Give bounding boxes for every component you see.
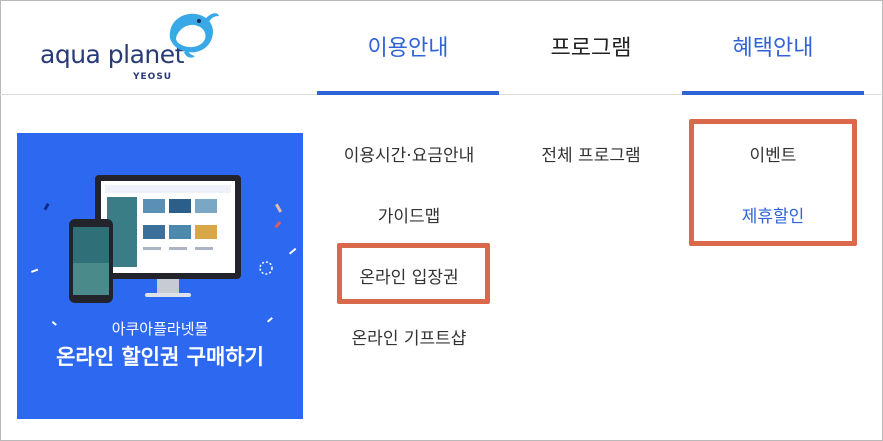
nav-usage-info[interactable]: 이용안내 [317,30,499,62]
highlight-online-ticket [337,243,490,304]
nav-program-label: 프로그램 [550,36,632,61]
monitor-icon [95,175,241,297]
banner-title: 온라인 할인권 구매하기 [56,345,264,369]
highlight-benefits [689,119,857,246]
nav-benefits[interactable]: 혜택안내 [682,30,864,62]
nav-program[interactable]: 프로그램 [500,30,682,62]
smartphone-icon [69,219,113,303]
logo-subtitle: YEOSU [133,72,173,82]
submenu-hours-fees[interactable]: 이용시간·요금안내 [318,141,500,166]
submenu-guide-map[interactable]: 가이드맵 [318,202,500,227]
online-ticket-banner[interactable]: 아쿠아플라넷몰 온라인 할인권 구매하기 [17,133,303,419]
nav-usage-info-label: 이용안내 [367,36,449,61]
submenu-online-giftshop[interactable]: 온라인 기프트샵 [318,324,500,349]
nav-benefits-label: 혜택안내 [732,36,814,61]
site-header: aqua planet YEOSU 이용안내 프로그램 혜택안내 [0,0,883,95]
site-logo[interactable]: aqua planet YEOSU [40,12,220,92]
banner-subtitle: 아쿠아플라넷몰 [111,320,209,338]
submenu-all-programs[interactable]: 전체 프로그램 [500,141,682,166]
nav-benefits-underline [682,91,864,95]
nav-usage-info-underline [317,91,499,95]
whale-logo-icon [169,13,219,58]
banner-illustration [31,175,297,326]
